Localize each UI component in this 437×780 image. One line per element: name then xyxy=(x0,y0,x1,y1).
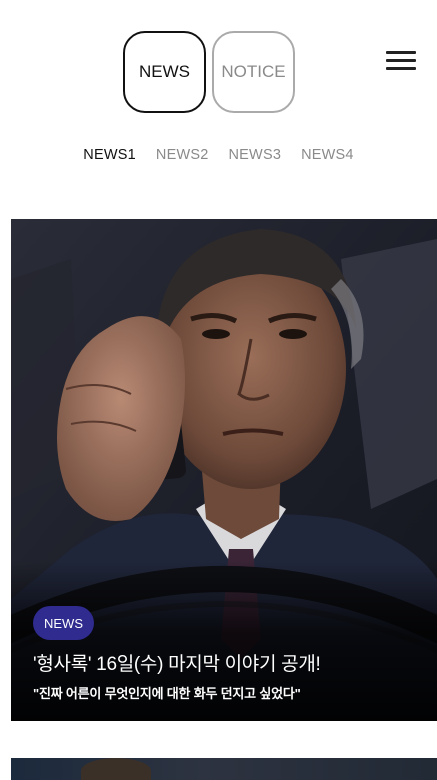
next-news-photo xyxy=(81,758,151,780)
subtab-news2[interactable]: NEWS2 xyxy=(156,147,209,163)
subtab-news3[interactable]: NEWS3 xyxy=(229,147,282,163)
page-header: NEWS NOTICE NEWS1 NEWS2 NEWS3 NEWS4 xyxy=(0,0,437,200)
tab-notice[interactable]: NOTICE xyxy=(212,31,295,113)
menu-line xyxy=(386,67,416,70)
news-subtitle: "진짜 어른이 무엇인지에 대한 화두 던지고 싶었다" xyxy=(33,686,301,701)
subtab-news4[interactable]: NEWS4 xyxy=(301,147,354,163)
menu-line xyxy=(386,59,416,62)
news-subtabs: NEWS1 NEWS2 NEWS3 NEWS4 xyxy=(0,147,437,163)
menu-line xyxy=(386,51,416,54)
hamburger-menu-icon[interactable] xyxy=(384,49,418,73)
tab-news[interactable]: NEWS xyxy=(123,31,206,113)
category-badge: NEWS xyxy=(33,606,94,640)
next-news-card[interactable] xyxy=(11,758,437,780)
featured-news-card[interactable]: NEWS '형사록' 16일(수) 마지막 이야기 공개! "진짜 어른이 무엇… xyxy=(11,219,437,721)
news-title[interactable]: '형사록' 16일(수) 마지막 이야기 공개! xyxy=(33,649,421,676)
subtab-news1[interactable]: NEWS1 xyxy=(83,147,136,163)
